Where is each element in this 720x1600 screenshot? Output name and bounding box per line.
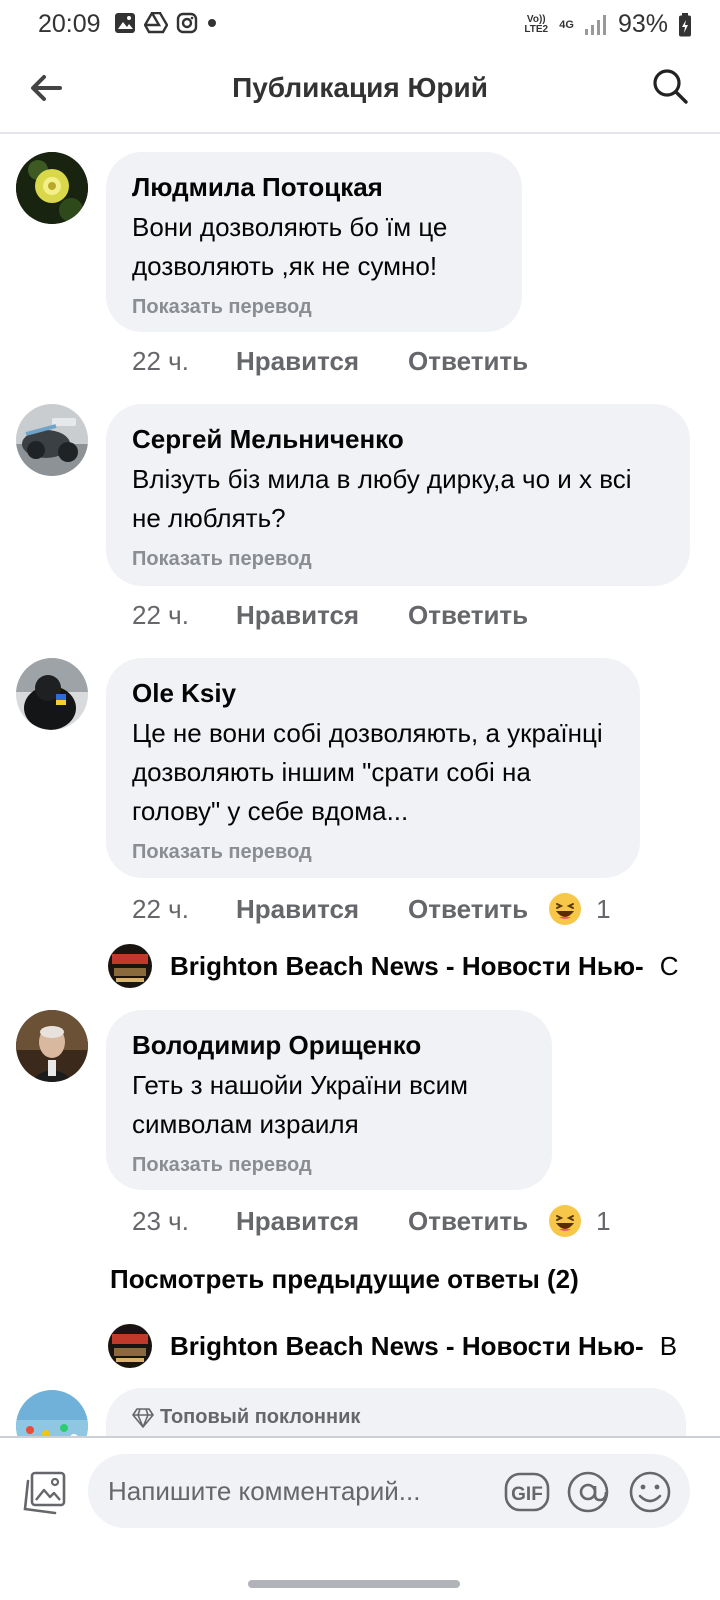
reaction-count: 1 bbox=[596, 893, 611, 924]
comment-text: Вони дозволяють бо їм це дозволяють ,як … bbox=[132, 212, 448, 281]
comment-composer: GIF bbox=[0, 1436, 720, 1600]
reply-button[interactable]: Ответить bbox=[408, 1206, 528, 1237]
reply-button[interactable]: Ответить bbox=[408, 894, 528, 925]
battery-percent: 93% bbox=[617, 10, 668, 38]
haha-reaction-icon bbox=[549, 1205, 582, 1237]
page-avatar bbox=[108, 1324, 152, 1368]
reply-preview[interactable]: Brighton Beach News - Новости Нью- С bbox=[108, 944, 678, 988]
notification-icons bbox=[114, 12, 218, 34]
instagram-icon bbox=[176, 12, 198, 34]
reply-button[interactable]: Ответить bbox=[408, 346, 528, 377]
comment-input-container[interactable]: GIF bbox=[88, 1454, 690, 1528]
show-translation-link[interactable]: Показать перевод bbox=[132, 546, 664, 572]
page-avatar bbox=[108, 944, 152, 988]
drive-icon bbox=[144, 12, 168, 34]
comment-time[interactable]: 23 ч. bbox=[132, 1206, 236, 1237]
like-button[interactable]: Нравится bbox=[236, 600, 408, 631]
gif-button[interactable]: GIF bbox=[504, 1470, 550, 1514]
home-indicator[interactable] bbox=[248, 1580, 460, 1588]
like-button[interactable]: Нравится bbox=[236, 1206, 408, 1237]
comment-bubble[interactable]: Людмила Потоцкая Вони дозволяють бо їм ц… bbox=[106, 152, 522, 332]
reply-snippet: В bbox=[659, 1330, 678, 1361]
show-translation-link[interactable]: Показать перевод bbox=[132, 1152, 526, 1178]
comment-input[interactable] bbox=[108, 1470, 478, 1512]
comment-time[interactable]: 22 ч. bbox=[132, 346, 236, 377]
avatar[interactable] bbox=[16, 404, 88, 476]
status-time: 20:09 bbox=[38, 10, 101, 38]
reply-author[interactable]: Brighton Beach News - Новости Нью- bbox=[170, 951, 644, 982]
badge-label: Топовый поклонник bbox=[160, 1406, 361, 1428]
comment-actions: 22 ч. Нравится Ответить bbox=[132, 346, 528, 377]
show-translation-link[interactable]: Показать перевод bbox=[132, 294, 496, 320]
battery-icon bbox=[679, 12, 691, 36]
reply-preview[interactable]: Brighton Beach News - Новости Нью- В bbox=[108, 1324, 677, 1368]
at-icon[interactable] bbox=[566, 1470, 610, 1514]
reply-author[interactable]: Brighton Beach News - Новости Нью- bbox=[170, 1331, 644, 1362]
status-bar: 20:09 Vo)) LTE2 4G 93% bbox=[0, 0, 720, 48]
comment-actions: 22 ч. Нравится Ответить bbox=[132, 600, 528, 631]
view-previous-replies-link[interactable]: Посмотреть предыдущие ответы (2) bbox=[110, 1264, 579, 1295]
avatar[interactable] bbox=[16, 1010, 88, 1082]
comment-time[interactable]: 22 ч. bbox=[132, 894, 236, 925]
smiley-icon[interactable] bbox=[628, 1470, 672, 1514]
comment-bubble[interactable]: Сергей Мельниченко Влізуть біз мила в лю… bbox=[106, 404, 690, 586]
signal-icon bbox=[584, 14, 606, 35]
gallery-icon bbox=[115, 13, 135, 33]
avatar-image bbox=[16, 1010, 88, 1082]
page-logo bbox=[108, 1324, 152, 1368]
avatar-image bbox=[16, 658, 88, 730]
comment-actions: 23 ч. Нравится Ответить 1 bbox=[132, 1204, 611, 1238]
comment-author[interactable]: Людмила Потоцкая bbox=[132, 172, 496, 202]
avatar[interactable] bbox=[16, 152, 88, 224]
haha-reaction-icon bbox=[549, 893, 582, 925]
comment-text: Влізуть біз мила в любу дирку,а чо и х в… bbox=[132, 464, 632, 533]
comment-time[interactable]: 22 ч. bbox=[132, 600, 236, 631]
comment-bubble[interactable]: Володимир Орищенко Геть з нашойи України… bbox=[106, 1010, 552, 1190]
show-translation-link[interactable]: Показать перевод bbox=[132, 839, 614, 865]
mention-button[interactable] bbox=[566, 1470, 610, 1514]
avatar[interactable] bbox=[16, 658, 88, 730]
comment-author[interactable]: Володимир Орищенко bbox=[132, 1030, 526, 1060]
volte-indicator: Vo)) LTE2 bbox=[524, 13, 549, 35]
comment-bubble[interactable]: Ole Ksiy Це не вони собі дозволяють, а у… bbox=[106, 658, 640, 878]
comment-actions: 22 ч. Нравится Ответить 1 bbox=[132, 892, 611, 926]
gif-label: GIF bbox=[511, 1484, 543, 1505]
diamond-icon bbox=[132, 1407, 154, 1428]
page-logo bbox=[108, 944, 152, 988]
like-button[interactable]: Нравится bbox=[236, 346, 408, 377]
avatar-image bbox=[16, 152, 88, 224]
reaction-summary[interactable]: 1 bbox=[548, 892, 611, 926]
comment-text: Геть з нашойи України всим символам изра… bbox=[132, 1070, 469, 1139]
reaction-count: 1 bbox=[596, 1205, 611, 1236]
search-icon[interactable] bbox=[650, 66, 690, 106]
page-title: Публикация Юрий bbox=[232, 72, 488, 103]
comment-author[interactable]: Сергей Мельниченко bbox=[132, 424, 664, 454]
reply-button[interactable]: Ответить bbox=[408, 600, 528, 631]
emoji-button[interactable] bbox=[628, 1470, 672, 1514]
avatar-image bbox=[16, 404, 88, 476]
search-button[interactable] bbox=[650, 66, 690, 106]
like-button[interactable]: Нравится bbox=[236, 894, 408, 925]
top-fan-badge: Топовый поклонник bbox=[132, 1406, 660, 1429]
app-header: Публикация Юрий bbox=[0, 48, 720, 134]
photo-icon[interactable] bbox=[22, 1470, 68, 1516]
photo-button[interactable] bbox=[22, 1470, 68, 1516]
dot-icon bbox=[208, 19, 216, 27]
comment-text: Це не вони собі дозволяють, а українці д… bbox=[132, 718, 603, 826]
comment-author[interactable]: Ole Ksiy bbox=[132, 678, 614, 708]
reaction-summary[interactable]: 1 bbox=[548, 1204, 611, 1238]
network-type: 4G bbox=[559, 18, 574, 31]
reply-snippet: С bbox=[659, 950, 679, 981]
status-right: Vo)) LTE2 4G 93% bbox=[523, 10, 692, 39]
gif-icon[interactable]: GIF bbox=[504, 1470, 550, 1514]
